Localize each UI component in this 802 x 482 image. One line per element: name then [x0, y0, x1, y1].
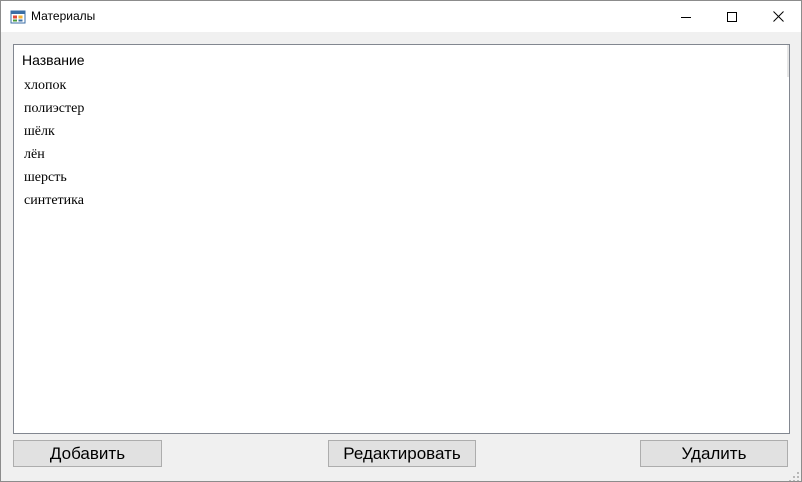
list-item[interactable]: лён: [24, 144, 45, 166]
edit-button[interactable]: Редактировать: [328, 440, 476, 467]
maximize-icon: [727, 11, 737, 22]
resize-grip-icon[interactable]: [789, 469, 799, 481]
materials-list[interactable]: Название хлопок полиэстер шёлк лён шерст…: [13, 44, 790, 434]
list-item[interactable]: полиэстер: [24, 98, 84, 120]
materials-window: Материалы Название хлопок полиэстер шёлк…: [0, 0, 802, 482]
list-item[interactable]: синтетика: [24, 190, 84, 212]
column-header-name[interactable]: Название: [14, 45, 85, 75]
list-item[interactable]: шерсть: [24, 167, 67, 189]
window-title: Материалы: [31, 9, 96, 23]
list-item[interactable]: хлопок: [24, 75, 66, 97]
form-icon: [10, 9, 26, 25]
add-button[interactable]: Добавить: [13, 440, 162, 467]
close-button[interactable]: [755, 1, 801, 32]
delete-button[interactable]: Удалить: [640, 440, 788, 467]
minimize-button[interactable]: [663, 1, 709, 32]
minimize-icon: [681, 12, 691, 22]
maximize-button[interactable]: [709, 1, 755, 32]
close-icon: [772, 11, 784, 22]
list-scroll-edge: [787, 45, 789, 77]
title-bar[interactable]: Материалы: [1, 1, 801, 32]
list-item[interactable]: шёлк: [24, 121, 55, 143]
